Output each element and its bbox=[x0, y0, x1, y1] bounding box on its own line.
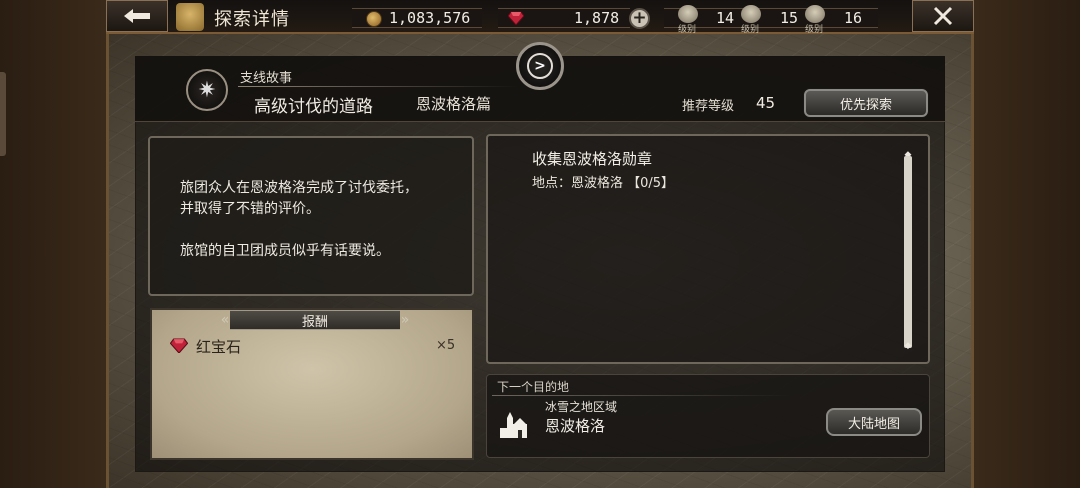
reward-panel bbox=[150, 308, 474, 460]
objective-scrollbar[interactable] bbox=[904, 156, 912, 348]
ruby-icon bbox=[508, 11, 524, 25]
character-portrait-icon bbox=[176, 3, 204, 31]
reward-item-name: 红宝石 bbox=[196, 338, 242, 356]
reward-item-quantity: ×5 bbox=[436, 338, 456, 353]
gold-amount: 1,083,576 bbox=[389, 9, 471, 27]
arrow-right-icon: > bbox=[527, 53, 553, 79]
description-line: 旅团众人在恩波格洛完成了讨伐委托， bbox=[180, 180, 418, 196]
recommended-level-label: 推荐等级 bbox=[682, 99, 735, 114]
medal-label: 级别 bbox=[805, 25, 824, 35]
description-line: 旅馆的自卫团成员似乎有话要说。 bbox=[180, 243, 390, 259]
next-destination-town: 恩波格洛 bbox=[545, 417, 606, 435]
quest-chapter: 恩波格洛篇 bbox=[416, 95, 492, 113]
edge-handle[interactable] bbox=[0, 72, 6, 156]
reward-tab: 报酬 bbox=[230, 310, 400, 330]
priority-explore-button[interactable]: 优先探索 bbox=[804, 89, 928, 117]
medal-icon bbox=[678, 5, 698, 23]
medal-label: 级别 bbox=[678, 25, 697, 35]
medal-value: 15 bbox=[780, 9, 799, 27]
town-castle-icon bbox=[500, 412, 527, 438]
quest-type: 支线故事 bbox=[240, 71, 293, 86]
divider bbox=[238, 86, 518, 87]
objective-location: 地点：恩波格洛 【0/5】 bbox=[532, 176, 675, 191]
medal-icon bbox=[805, 5, 825, 23]
recommended-level-value: 45 bbox=[756, 94, 776, 112]
medal-value: 14 bbox=[716, 9, 735, 27]
ruby-amount: 1,878 bbox=[574, 9, 620, 27]
medal-value: 16 bbox=[844, 9, 863, 27]
add-ruby-button[interactable]: + bbox=[629, 8, 650, 29]
ruby-icon bbox=[170, 338, 188, 353]
back-arrow-icon bbox=[124, 9, 150, 23]
ornament-right-icon: » bbox=[400, 312, 410, 328]
quest-name: 高级讨伐的道路 bbox=[254, 97, 373, 117]
objective-title: 收集恩波格洛勋章 bbox=[532, 150, 653, 168]
close-icon bbox=[933, 6, 953, 26]
next-quest-button[interactable]: > bbox=[516, 42, 564, 90]
left-border bbox=[0, 0, 106, 488]
compass-emblem-icon: ✷ bbox=[186, 69, 228, 111]
right-border bbox=[974, 0, 1080, 488]
close-button[interactable] bbox=[912, 0, 974, 32]
back-button[interactable] bbox=[106, 0, 168, 32]
page-title: 探索详情 bbox=[214, 9, 290, 30]
scroll-down-icon[interactable]: ◆ bbox=[901, 341, 915, 351]
divider bbox=[492, 395, 792, 396]
medal-icon bbox=[741, 5, 761, 23]
description-line: 并取得了不错的评价。 bbox=[180, 201, 320, 217]
gold-coin-icon bbox=[366, 11, 382, 27]
world-map-button[interactable]: 大陆地图 bbox=[826, 408, 922, 436]
next-destination-label: 下一个目的地 bbox=[497, 380, 570, 394]
next-destination-region: 冰雪之地区域 bbox=[545, 400, 618, 414]
medal-label: 级别 bbox=[741, 25, 760, 35]
